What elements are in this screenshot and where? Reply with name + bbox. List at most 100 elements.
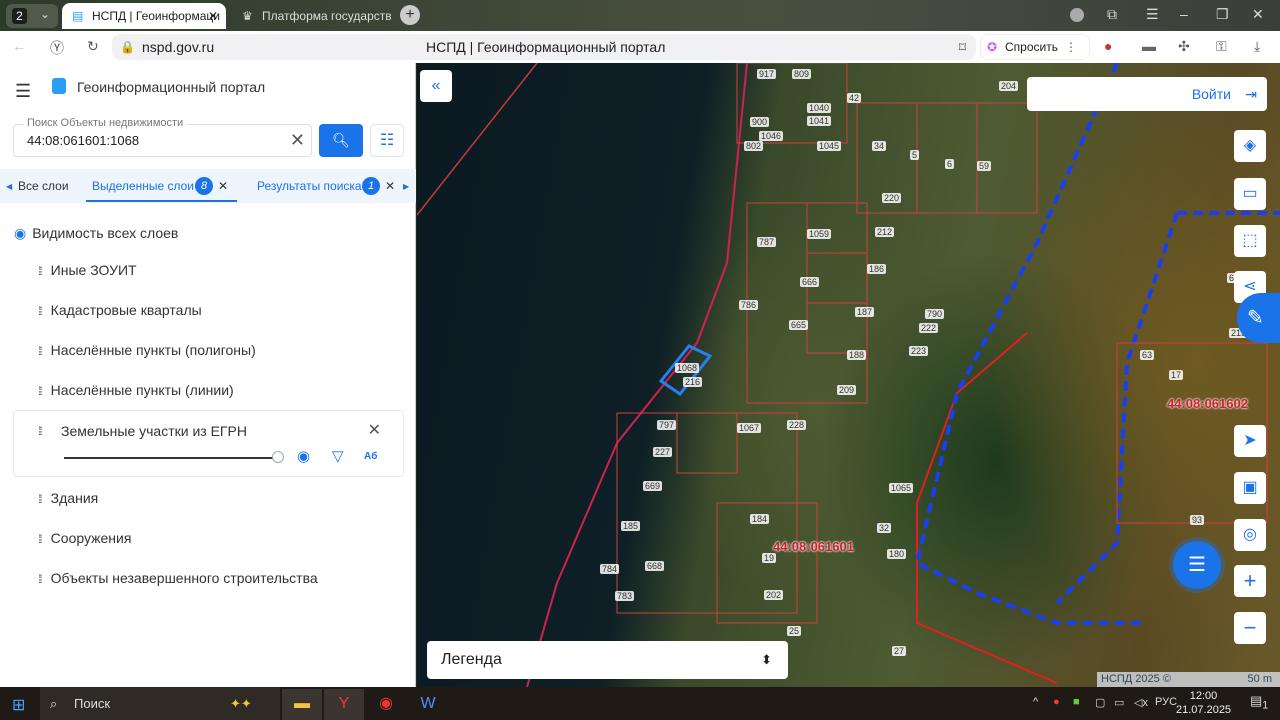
parcel-label[interactable]: 1046 [759,131,784,141]
search-input[interactable]: Поиск Объекты недвижимости 44:08:061601:… [13,117,312,157]
parcel-label[interactable]: 202 [764,590,784,600]
parcel-label[interactable]: 185 [621,521,641,531]
layer-item[interactable]: ⁞⁞ Сооружения [38,530,131,546]
scroll-left-icon[interactable]: ◀ [6,182,12,191]
parcel-label[interactable]: 209 [837,385,857,395]
notifications-icon[interactable]: ▤1 [1250,693,1268,712]
parcel-label[interactable]: 1065 [889,483,914,493]
menu-icon[interactable]: ☰ [15,81,31,102]
feedback-panel-button[interactable]: ✎ [1237,293,1280,343]
parcel-label[interactable]: 212 [875,227,895,237]
tab-search-results[interactable]: Результаты поиска [257,179,362,193]
tab-all-layers[interactable]: Все слои [18,179,69,193]
tab-platform[interactable]: ♛ Платформа государствен [232,3,392,29]
close-tab-icon[interactable]: ✕ [208,3,218,29]
yandex-icon[interactable]: Ⓨ [50,38,64,58]
parcel-label[interactable]: 93 [1190,515,1205,525]
meet-tray-icon[interactable]: ▢ [1095,696,1105,709]
parcel-label[interactable]: 1068 [675,363,700,373]
measure-button[interactable]: ▭ [1234,178,1266,210]
toggle-all-visibility[interactable]: ◉ Видимость всех слоев [14,225,178,242]
word-icon[interactable]: W [408,689,448,720]
opacity-slider-handle[interactable] [272,451,284,463]
parcel-label[interactable]: 42 [847,93,862,103]
more-icon[interactable]: ⋮ [1065,35,1077,59]
parcel-label[interactable]: 1041 [807,116,832,126]
bookmarks-icon[interactable]: ⧉ [1107,6,1117,23]
extension-shield-icon[interactable]: ▬ [1142,38,1156,54]
eye-icon[interactable]: ◉ [297,447,310,465]
parcel-label[interactable]: 180 [887,549,907,559]
layer-item[interactable]: ⁞⁞ Здания [38,490,98,506]
scroll-right-icon[interactable]: ▶ [403,182,409,191]
network-icon[interactable]: ▭ [1114,696,1124,709]
layer-item[interactable]: ⁞⁞ Объекты незавершенного строительства [38,570,318,586]
restore-icon[interactable]: ❐ [1216,6,1229,23]
label-toggle-icon[interactable]: Aб [364,451,377,462]
tray-expand-icon[interactable]: ^ [1033,696,1038,708]
extensions-icon[interactable]: ✣ [1178,38,1190,55]
new-tab-button[interactable]: + [400,5,420,25]
parcel-label[interactable]: 802 [744,141,764,151]
parcel-label[interactable]: 787 [757,237,777,247]
parcel-label[interactable]: 223 [909,346,929,356]
profile-avatar[interactable] [1070,8,1084,22]
drag-handle-icon[interactable]: ⁞⁞ [38,572,42,586]
parcel-label[interactable]: 783 [615,591,635,601]
close-window-icon[interactable]: ✕ [1252,6,1264,23]
parcel-label[interactable]: 784 [600,564,620,574]
layer-item[interactable]: ⁞⁞ Кадастровые кварталы [38,302,202,318]
opacity-slider[interactable] [64,457,276,459]
url-field[interactable]: 🔒 nspd.gov.ru НСПД | Геоинформационный п… [112,34,976,60]
layer-item[interactable]: ⁞⁞ Иные ЗОУИТ [38,262,137,278]
parcel-label[interactable]: 665 [789,320,809,330]
tab-groups-button[interactable]: 2 ⌄ [6,4,58,28]
parcel-label[interactable]: 27 [892,646,907,656]
yandex-tray-icon[interactable]: ● [1053,696,1060,708]
parcel-label[interactable]: 917 [757,69,777,79]
area-search-button[interactable]: ⬚ [1234,225,1266,257]
layer-item[interactable]: ⁞⁞ Населённые пункты (линии) [38,382,234,398]
parcel-label[interactable]: 790 [925,309,945,319]
parcel-label[interactable]: 900 [750,117,770,127]
drag-handle-icon[interactable]: ⁞⁞ [38,492,42,506]
tab-selected-layers[interactable]: Выделенные слои [92,179,194,193]
parcel-label[interactable]: 59 [977,161,992,171]
parcel-label[interactable]: 63 [1140,350,1155,360]
parcel-label[interactable]: 1067 [737,423,762,433]
downloads-icon[interactable]: ⤓ [1254,38,1260,55]
parcel-label[interactable]: 204 [999,81,1019,91]
clock[interactable]: 12:00 21.07.2025 [1176,689,1231,717]
back-icon[interactable]: ← [12,38,26,54]
parcel-label[interactable]: 786 [739,300,759,310]
parcel-label[interactable]: 1045 [817,141,842,151]
security-tray-icon[interactable]: ■ [1073,696,1080,708]
location-pin-button[interactable]: ◎ [1234,519,1266,551]
tab-nspd[interactable]: ▤ НСПД | Геоинформаци ✕ [62,3,226,29]
parcel-label[interactable]: 186 [867,264,887,274]
parcel-label[interactable]: 809 [792,69,812,79]
login-button[interactable]: Войти ⇥ [1027,77,1267,111]
drag-handle-icon[interactable]: ⁞⁞ [38,384,42,398]
drag-handle-icon[interactable]: ⁞⁞ [38,264,42,278]
taskbar-search[interactable]: ⌕ Поиск ✦✦ [40,687,280,720]
parcel-label[interactable]: 34 [872,141,887,151]
extension-icon[interactable]: ● [1104,38,1112,54]
parcel-label[interactable]: 669 [643,481,663,491]
windows-start-icon[interactable]: ⊞ [12,695,25,715]
drag-handle-icon[interactable]: ⁞⁞ [38,424,42,438]
geolocation-button[interactable]: ➤ [1234,425,1266,457]
map-canvas[interactable]: 917 809 1040 1041 1046 1045 900 802 42 34 5 6 59 204 2… [417,63,1280,687]
app-icon[interactable]: ◉ [366,689,406,720]
volume-muted-icon[interactable]: ◁x [1134,696,1148,709]
layer-item-expanded[interactable]: ⁞⁞ Земельные участки из ЕГРН ✕ ◉ ▽ Aб [13,410,404,477]
menu-icon[interactable]: ☰ [1146,6,1159,23]
parcel-label[interactable]: 25 [787,626,802,636]
reload-icon[interactable]: ↻ [87,38,99,55]
yandex-browser-icon[interactable]: Y [324,689,364,720]
ask-alice-button[interactable]: ✪ Спросить ⋮ [980,34,1090,60]
layer-item[interactable]: ⁞⁞ Населённые пункты (полигоны) [38,342,256,358]
bookmark-icon[interactable]: ⌑ [959,34,966,60]
parcel-label[interactable]: 6 [945,159,955,169]
parcel-label[interactable]: 17 [1169,370,1184,380]
